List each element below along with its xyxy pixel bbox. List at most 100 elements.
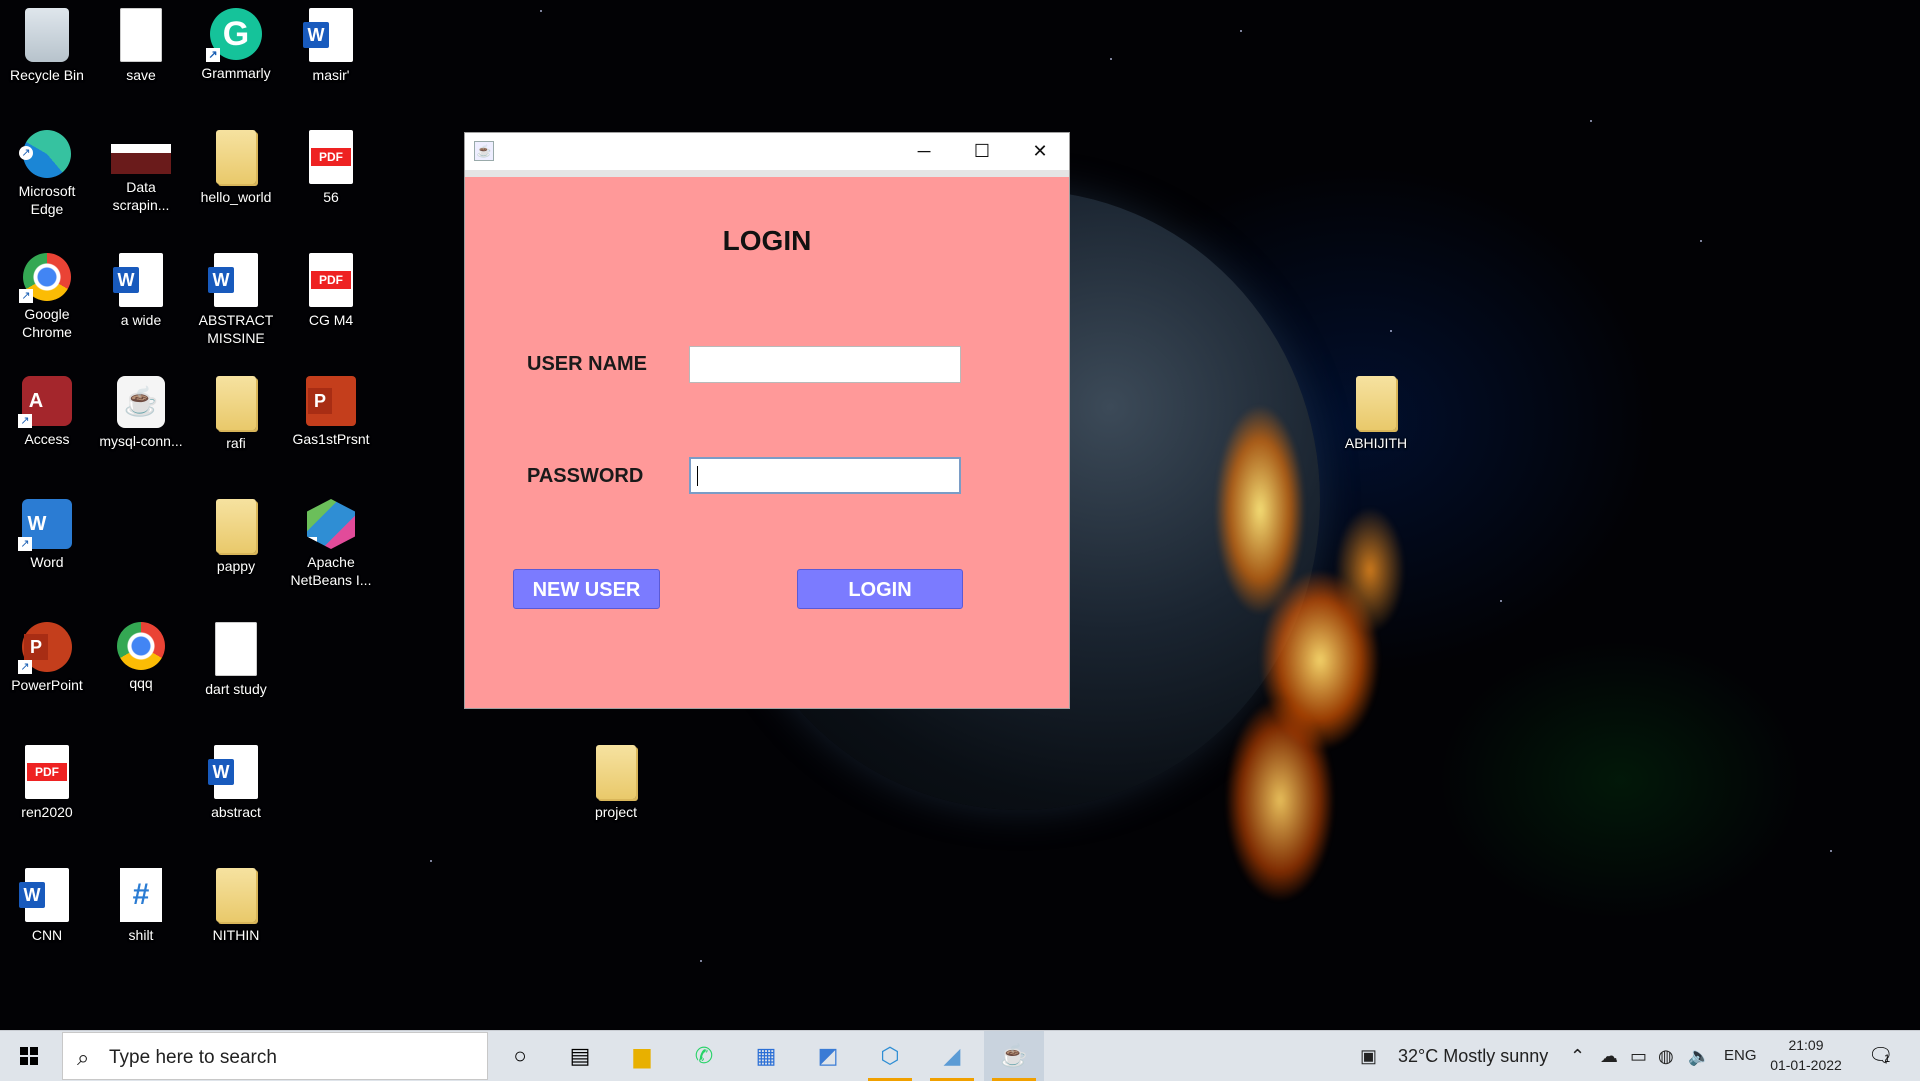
username-label: USER NAME bbox=[527, 353, 648, 375]
desktop-icon-56[interactable]: 56 bbox=[286, 130, 376, 206]
word-document-icon bbox=[19, 868, 69, 922]
folder-icon bbox=[216, 868, 256, 922]
start-button[interactable] bbox=[0, 1031, 58, 1081]
star bbox=[1390, 330, 1392, 332]
star bbox=[540, 10, 542, 12]
desktop-icon-abstract[interactable]: abstract bbox=[191, 745, 281, 821]
onedrive-icon[interactable]: ☁ bbox=[1600, 1031, 1618, 1081]
java-taskbar-icon[interactable]: ☕ bbox=[984, 1031, 1044, 1081]
desktop-icon-ren2020[interactable]: ren2020 bbox=[2, 745, 92, 821]
notification-center-icon[interactable]: 🗨 1 bbox=[1868, 1043, 1893, 1067]
taskbar-search[interactable]: ⌕ Type here to search bbox=[62, 1032, 488, 1080]
cortana-icon[interactable]: ○ bbox=[490, 1031, 550, 1081]
desktop-icon-label: project bbox=[594, 804, 638, 820]
desktop-icon-abhijith[interactable]: ABHIJITH bbox=[1331, 376, 1421, 452]
desktop-icon-label: pappy bbox=[216, 558, 256, 574]
star bbox=[700, 960, 702, 962]
desktop-icon-access[interactable]: Access bbox=[2, 376, 92, 448]
star bbox=[1830, 850, 1832, 852]
desktop-icon-rafi[interactable]: rafi bbox=[191, 376, 281, 452]
desktop-icon-qqq[interactable]: qqq bbox=[96, 622, 186, 692]
star bbox=[430, 860, 432, 862]
file-explorer-icon[interactable]: ▆ bbox=[612, 1031, 672, 1081]
star bbox=[1700, 240, 1702, 242]
weather-text[interactable]: 32°C Mostly sunny bbox=[1398, 1031, 1548, 1081]
desktop-icon-label: CNN bbox=[31, 927, 63, 943]
volume-icon[interactable]: 🔈 bbox=[1688, 1031, 1710, 1081]
star bbox=[1500, 600, 1502, 602]
desktop-icon-apache-netbeans[interactable]: Apache NetBeans I... bbox=[286, 499, 376, 589]
desktop-icon-pappy[interactable]: pappy bbox=[191, 499, 281, 575]
desktop-icon-label: Gas1stPrsnt bbox=[292, 431, 370, 447]
desktop-icon-recycle-bin[interactable]: Recycle Bin bbox=[2, 8, 92, 84]
desktop-icon-data-scraping[interactable]: Data scrapin... bbox=[96, 130, 186, 214]
desktop-icon-nithin[interactable]: NITHIN bbox=[191, 868, 281, 944]
app-taskbar-icon[interactable]: ◢ bbox=[922, 1031, 982, 1081]
desktop-icon-shilt[interactable]: # shilt bbox=[96, 868, 186, 944]
star bbox=[1110, 58, 1112, 60]
maximize-button[interactable]: ☐ bbox=[953, 133, 1011, 170]
desktop-icon-grammarly[interactable]: G Grammarly bbox=[191, 8, 281, 82]
task-view-icon[interactable]: ▤ bbox=[550, 1031, 610, 1081]
password-input[interactable] bbox=[689, 457, 961, 494]
chrome-icon bbox=[19, 253, 71, 303]
new-user-button[interactable]: NEW USER bbox=[513, 569, 660, 609]
desktop-icon-project[interactable]: project bbox=[571, 745, 661, 821]
desktop-icon-dart-study[interactable]: dart study bbox=[191, 622, 281, 698]
login-heading: LOGIN bbox=[722, 225, 812, 256]
java-app-icon[interactable]: ☕ bbox=[474, 141, 494, 161]
login-button[interactable]: LOGIN bbox=[797, 569, 963, 609]
window-titlebar[interactable]: ☕ ─ ☐ ✕ bbox=[465, 133, 1069, 177]
word-document-icon bbox=[113, 253, 163, 307]
pdf-icon bbox=[309, 253, 353, 307]
desktop-icon-mysql-conn[interactable]: ☕ mysql-conn... bbox=[96, 376, 186, 450]
username-input[interactable] bbox=[689, 346, 961, 383]
whatsapp-icon[interactable]: ✆ bbox=[674, 1031, 734, 1081]
folder-icon bbox=[216, 130, 256, 184]
desktop-icon-cnn[interactable]: CNN bbox=[2, 868, 92, 944]
grammarly-icon: G bbox=[206, 8, 262, 62]
word-document-icon bbox=[208, 253, 258, 307]
netbeans-taskbar-icon[interactable]: ⬡ bbox=[860, 1031, 920, 1081]
clock[interactable]: 21:09 01-01-2022 bbox=[1770, 1035, 1842, 1075]
show-hidden-icons-icon[interactable]: ⌃ bbox=[1570, 1031, 1585, 1081]
search-placeholder: Type here to search bbox=[109, 1047, 277, 1068]
desktop-icon-google-chrome[interactable]: Google Chrome bbox=[2, 253, 92, 341]
star bbox=[1240, 30, 1242, 32]
desktop-icon-label: qqq bbox=[129, 675, 153, 691]
desktop-icon-gas1stprsnt[interactable]: Gas1stPrsnt bbox=[286, 376, 376, 448]
language-indicator[interactable]: ENG bbox=[1724, 1031, 1757, 1081]
word-app-icon bbox=[18, 499, 72, 551]
pdf-icon bbox=[25, 745, 69, 799]
close-button[interactable]: ✕ bbox=[1011, 133, 1069, 170]
desktop-icon-abstract-missine[interactable]: ABSTRACT MISSINE bbox=[191, 253, 281, 347]
minimize-button[interactable]: ─ bbox=[895, 133, 953, 170]
desktop-icon-a-wide[interactable]: a wide bbox=[96, 253, 186, 329]
desktop-icon-microsoft-edge[interactable]: Microsoft Edge bbox=[2, 130, 92, 218]
taskbar: ⌕ Type here to search ○ ▤ ▆ ✆ ▦ ◩ ⬡ ◢ ☕ … bbox=[0, 1030, 1920, 1081]
weather-icon[interactable]: ▣ bbox=[1360, 1031, 1377, 1081]
desktop-icon-save[interactable]: save bbox=[96, 8, 186, 84]
desktop-icon-label: 56 bbox=[323, 189, 339, 205]
word-document-icon bbox=[208, 745, 258, 799]
text-file-icon bbox=[120, 8, 162, 62]
search-icon: ⌕ bbox=[77, 1045, 90, 1070]
desktop-icon-powerpoint[interactable]: PowerPoint bbox=[2, 622, 92, 694]
pdf-icon bbox=[309, 130, 353, 184]
network-icon[interactable]: ◍ bbox=[1658, 1031, 1674, 1081]
text-caret bbox=[697, 466, 698, 486]
desktop-icon-label: Microsoft Edge bbox=[18, 183, 76, 217]
java-jar-icon: ☕ bbox=[117, 376, 165, 428]
clock-time: 21:09 bbox=[1788, 1037, 1824, 1053]
desktop-icon-label: ren2020 bbox=[21, 804, 73, 820]
desktop-icon-word[interactable]: Word bbox=[2, 499, 92, 571]
desktop-icon-hello-world[interactable]: hello_world bbox=[191, 130, 281, 206]
desktop-icon-label: ABHIJITH bbox=[1344, 435, 1408, 451]
desktop-icon-label: save bbox=[126, 67, 156, 83]
display-icon[interactable]: ▭ bbox=[1630, 1031, 1647, 1081]
text-file-icon bbox=[215, 622, 257, 676]
desktop-icon-masir[interactable]: masir' bbox=[286, 8, 376, 84]
pc-icon[interactable]: ◩ bbox=[798, 1031, 858, 1081]
desktop-icon-cg-m4[interactable]: CG M4 bbox=[286, 253, 376, 329]
microsoft-store-icon[interactable]: ▦ bbox=[736, 1031, 796, 1081]
